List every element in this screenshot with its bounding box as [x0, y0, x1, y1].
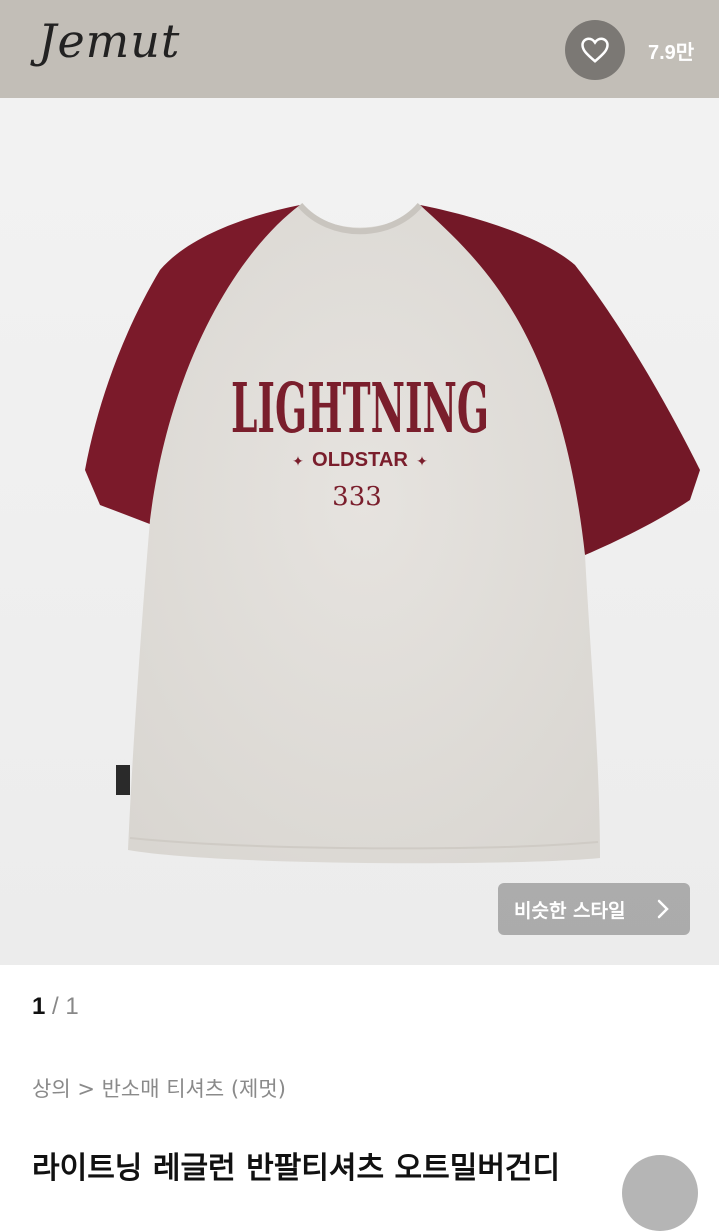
side-label-tag [116, 765, 130, 795]
brand-logo[interactable]: Jemut [38, 14, 180, 68]
print-oldstar: OLDSTAR [312, 449, 409, 471]
product-title: 라이트닝 레글런 반팔티셔츠 오트밀버건디 [32, 1151, 561, 1186]
category-breadcrumb[interactable]: 상의 > 반소매 티셔츠 (제멋) [32, 1073, 286, 1103]
pager-separator: / [52, 993, 59, 1020]
chevron-right-icon [657, 899, 669, 919]
product-photo: LIGHTNING ✦ OLDSTAR ✦ 333 [0, 0, 719, 965]
top-bar: Jemut 7.9만 [0, 0, 719, 98]
heart-icon [581, 37, 609, 63]
pager-total: 1 [65, 993, 79, 1020]
print-star-right: ✦ [416, 454, 428, 470]
floating-action-button[interactable] [622, 1155, 698, 1231]
like-count: 7.9만 [648, 42, 695, 64]
print-333: 333 [332, 482, 382, 512]
pager-current: 1 [32, 993, 46, 1020]
similar-style-label: 비슷한 스타일 [514, 899, 626, 922]
image-pager: 1 / 1 [32, 993, 79, 1021]
print-star-left: ✦ [292, 454, 304, 470]
like-button[interactable] [565, 20, 625, 80]
print-lightning: LIGHTNING [231, 369, 489, 449]
similar-style-button[interactable]: 비슷한 스타일 [498, 883, 690, 935]
product-image-area[interactable]: LIGHTNING ✦ OLDSTAR ✦ 333 Jemut 7.9만 비슷한… [0, 0, 719, 965]
